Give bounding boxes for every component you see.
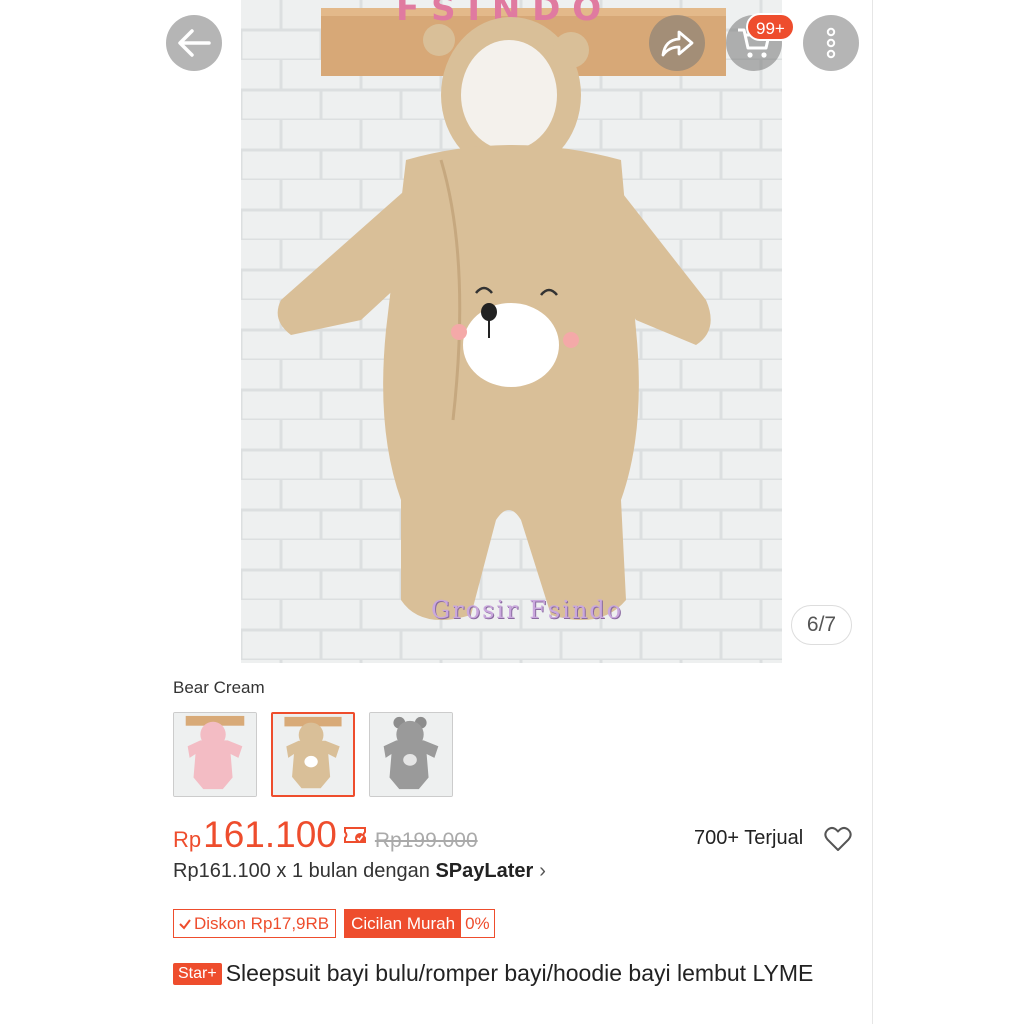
current-price: 161.100 <box>203 814 337 855</box>
selected-variant-label: Bear Cream <box>173 678 265 697</box>
price-currency: Rp <box>173 827 202 852</box>
product-title-text: Sleepsuit bayi bulu/romper bayi/hoodie b… <box>225 960 814 986</box>
chevron-right-icon: › <box>539 860 546 882</box>
bear-romper-illustration: F S I N D O <box>241 0 782 663</box>
pink-romper-image <box>174 713 256 796</box>
share-button[interactable] <box>649 15 705 71</box>
voucher-icon <box>343 827 366 843</box>
image-pager: 6/7 <box>791 605 852 645</box>
paylater-text: Rp161.100 x 1 bulan dengan <box>173 860 436 882</box>
variant-thumb-cream[interactable] <box>271 712 355 797</box>
variant-thumb-grey[interactable] <box>369 712 453 797</box>
arrow-left-icon <box>178 29 211 57</box>
cream-romper-image <box>273 714 353 795</box>
price-row: Rp 161.100 Rp199.000 <box>173 814 478 856</box>
paylater-brand: SPayLater <box>435 860 534 882</box>
paylater-row[interactable]: Rp161.100 x 1 bulan dengan SPayLater › <box>173 860 546 883</box>
grey-romper-image <box>370 713 452 796</box>
installment-text: Cicilan Murah <box>345 910 462 937</box>
watermark-text: Grosir Fsindo <box>431 596 624 624</box>
back-button[interactable] <box>166 15 222 71</box>
check-icon <box>179 918 191 930</box>
discount-text: Diskon Rp17,9RB <box>194 914 330 933</box>
promo-tags: Diskon Rp17,9RB Cicilan Murah 0% <box>173 909 495 938</box>
more-options-button[interactable] <box>803 15 859 71</box>
divider <box>872 0 873 1024</box>
variant-thumb-pink[interactable] <box>173 712 257 797</box>
installment-tag: Cicilan Murah 0% <box>344 909 495 938</box>
share-icon <box>661 30 694 57</box>
product-image[interactable]: F S I N D O Grosir Fsindo <box>241 0 782 663</box>
sold-count: 700+ Terjual <box>694 827 804 849</box>
star-plus-badge: Star+ <box>173 963 222 985</box>
installment-rate: 0% <box>465 914 490 933</box>
discount-tag: Diskon Rp17,9RB <box>173 909 337 938</box>
cart-count-badge: 99+ <box>746 13 795 41</box>
product-title: Star+ Sleepsuit bayi bulu/romper bayi/hoo… <box>173 958 833 988</box>
more-vertical-icon <box>826 27 836 59</box>
heart-icon[interactable] <box>824 826 852 852</box>
original-price: Rp199.000 <box>374 829 478 852</box>
variant-thumbnails <box>173 712 453 797</box>
product-page: F S I N D O Grosir Fsindo 99+ 6/7 Bear C… <box>0 0 1024 1024</box>
